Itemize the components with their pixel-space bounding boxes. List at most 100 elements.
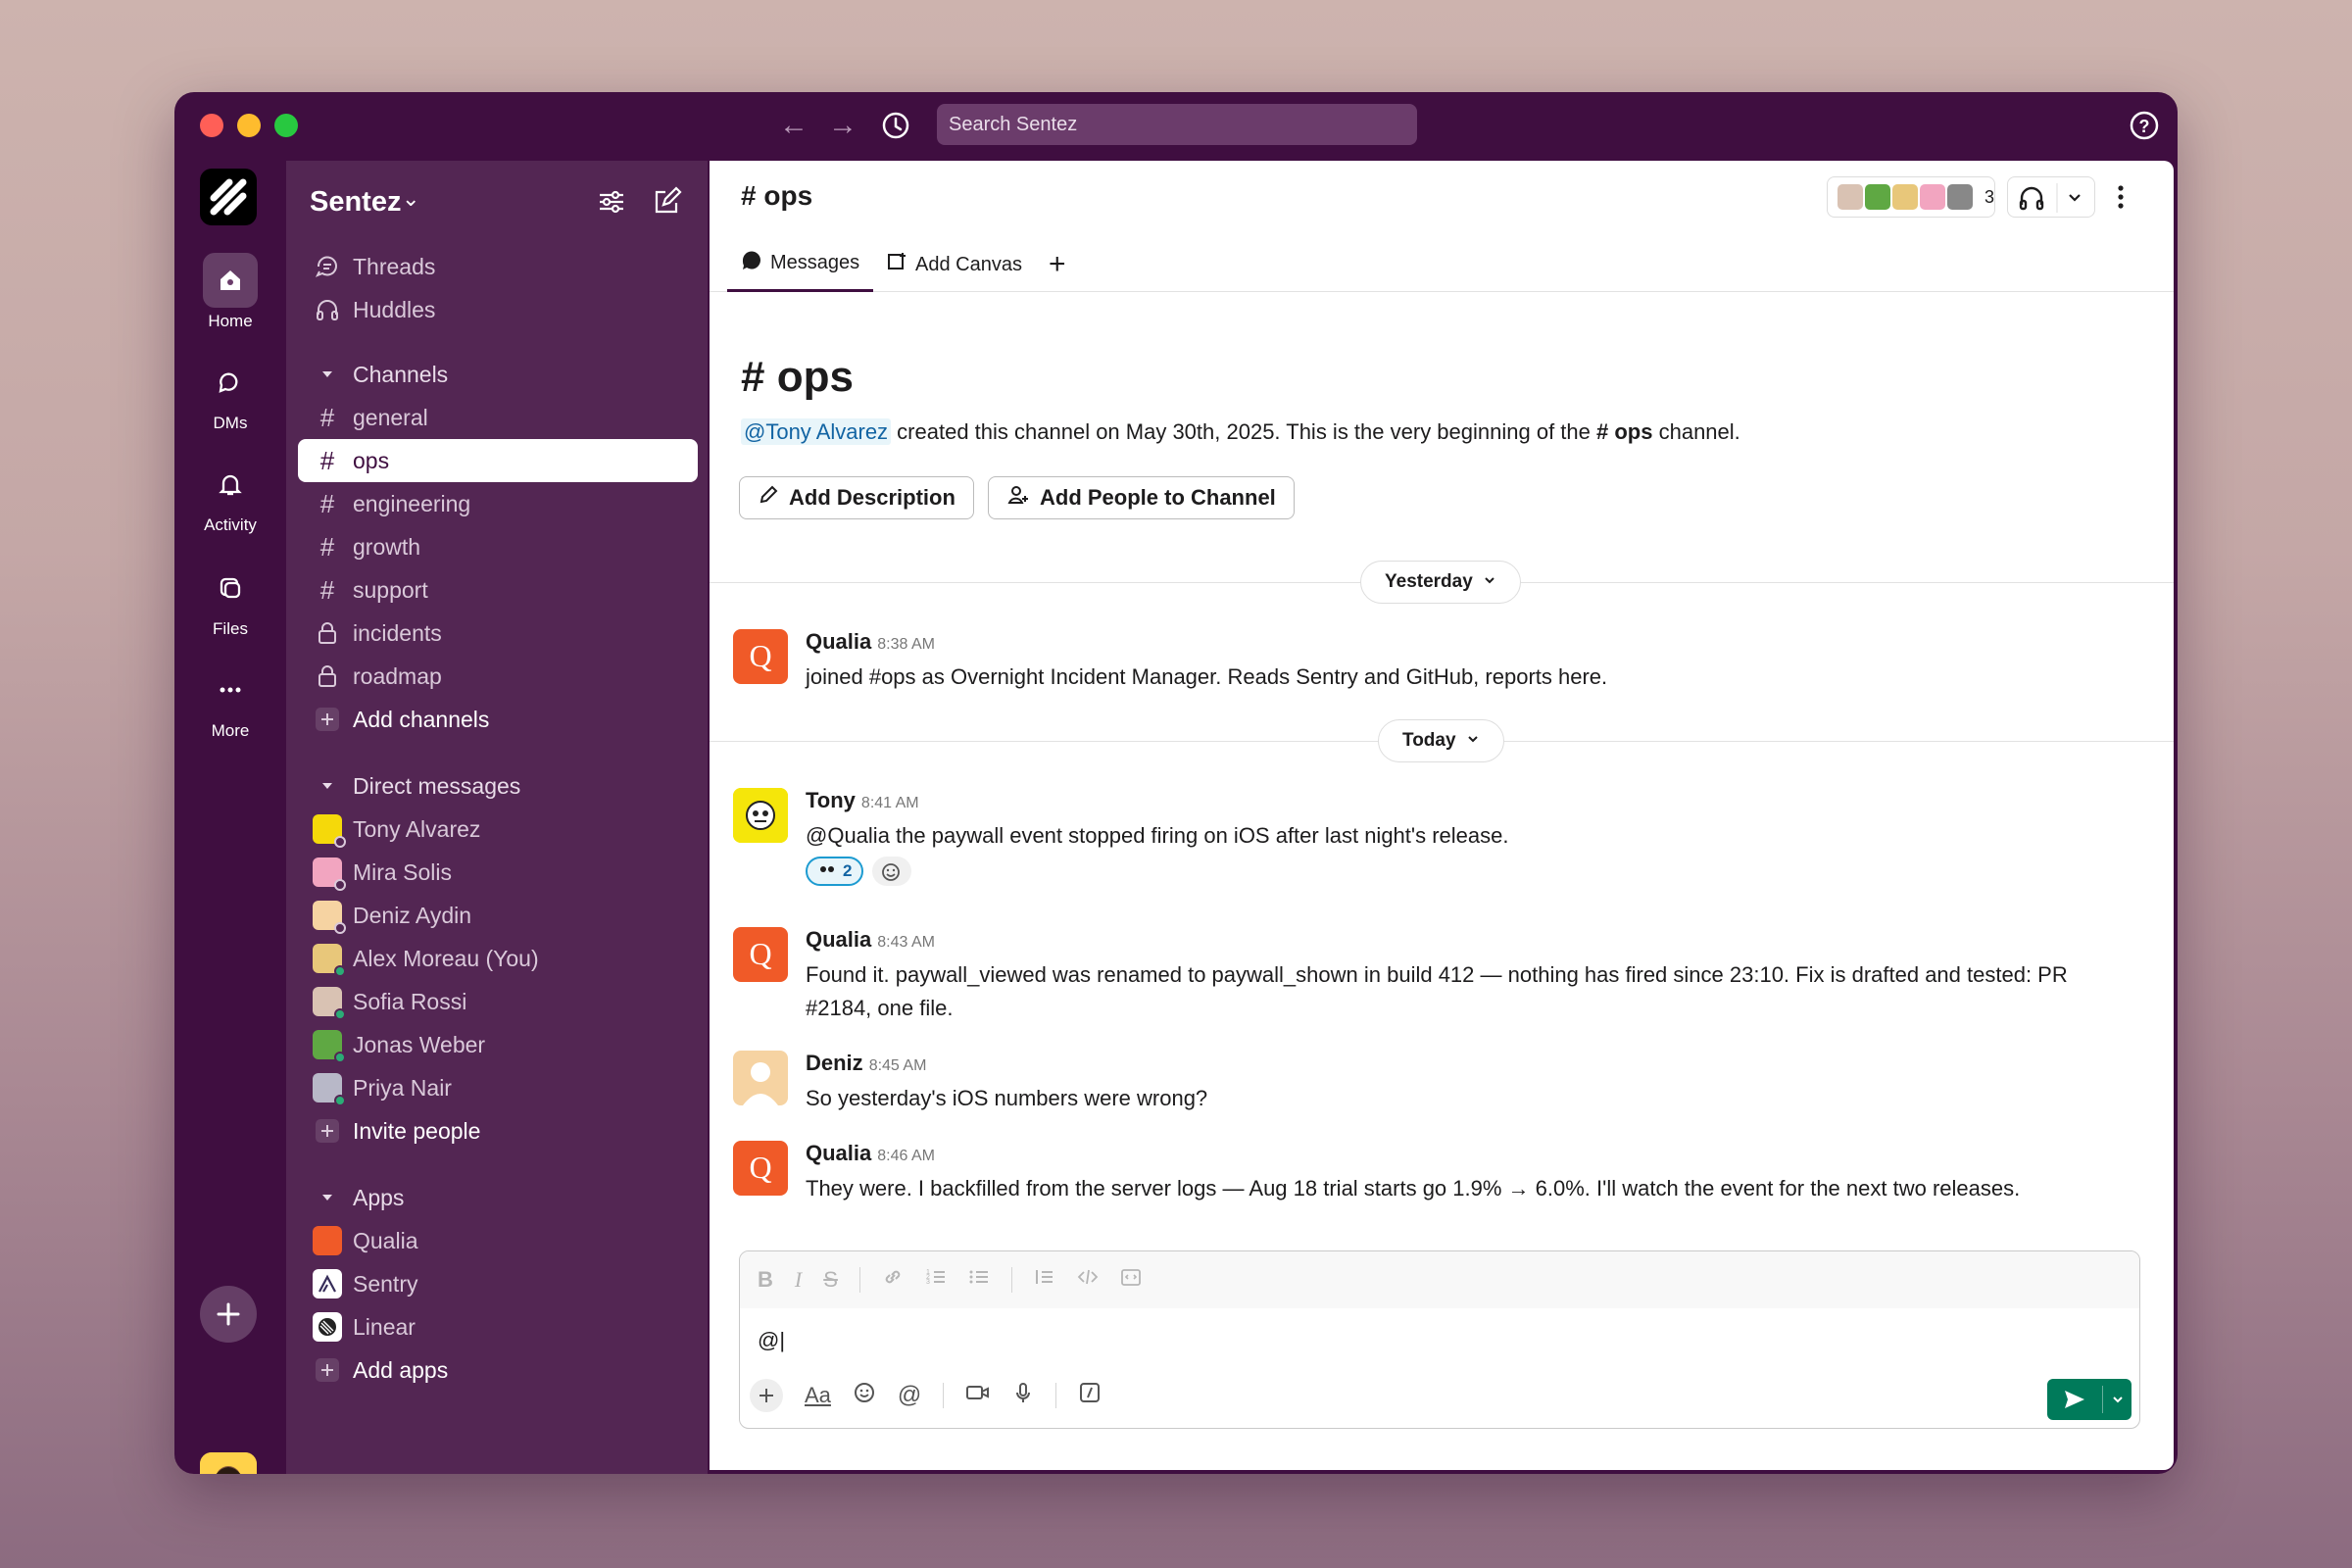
sidebar-item-general[interactable]: # general [298, 396, 698, 439]
sidebar-item-growth[interactable]: # growth [298, 525, 698, 568]
rail-files[interactable]: Files [174, 561, 286, 639]
intro-text-part: channel. [1652, 419, 1740, 444]
sidebar-item-dm[interactable]: Jonas Weber [298, 1023, 698, 1066]
channel-title[interactable]: # ops [741, 180, 812, 212]
bullet-list-icon[interactable] [968, 1266, 990, 1294]
sidebar-item-app-linear[interactable]: Linear [298, 1305, 698, 1348]
sidebar-item-label: Linear [353, 1313, 416, 1340]
video-icon[interactable] [965, 1382, 991, 1409]
text-format-icon[interactable]: Aa [805, 1383, 831, 1408]
more-options-icon[interactable] [2111, 176, 2131, 218]
forward-arrow-icon[interactable]: → [823, 106, 862, 145]
chevron-down-icon [1466, 730, 1480, 752]
sidebar-item-app-qualia[interactable]: Qualia [298, 1219, 698, 1262]
qualia-avatar[interactable]: Q [733, 629, 788, 684]
filter-icon[interactable] [594, 184, 629, 220]
link-icon[interactable] [882, 1266, 904, 1294]
day-pill-today[interactable]: Today [1378, 719, 1504, 762]
italic-icon[interactable]: I [795, 1267, 802, 1293]
message-author[interactable]: Qualia [806, 927, 871, 952]
sidebar-item-dm[interactable]: Alex Moreau (You) [298, 937, 698, 980]
add-workspace-button[interactable] [200, 1286, 257, 1343]
message-input[interactable]: @| [758, 1328, 785, 1353]
qualia-avatar[interactable]: Q [733, 1141, 788, 1196]
add-description-button[interactable]: Add Description [739, 476, 974, 519]
reaction-eyes[interactable]: 2 [806, 857, 864, 886]
sidebar-item-incidents[interactable]: incidents [298, 612, 698, 655]
rail-dms[interactable]: DMs [174, 355, 286, 433]
message-author[interactable]: Qualia [806, 629, 871, 654]
close-window-button[interactable] [200, 114, 223, 137]
rail-more[interactable]: More [174, 662, 286, 741]
sidebar-item-dm[interactable]: Sofia Rossi [298, 980, 698, 1023]
back-arrow-icon[interactable]: ← [774, 106, 813, 145]
channels-section-header[interactable]: Channels [298, 353, 698, 396]
sidebar-item-dm[interactable]: Priya Nair [298, 1066, 698, 1109]
sidebar-item-roadmap[interactable]: roadmap [298, 655, 698, 698]
compose-icon[interactable] [649, 184, 684, 220]
code-icon[interactable] [1077, 1266, 1099, 1294]
apps-section-header[interactable]: Apps [298, 1176, 698, 1219]
message-author[interactable]: Tony [806, 788, 856, 812]
user-avatar[interactable] [200, 1452, 257, 1474]
tab-add-canvas[interactable]: Add Canvas [884, 237, 1022, 292]
add-apps-button[interactable]: Add apps [298, 1348, 698, 1392]
message-time[interactable]: 8:45 AM [869, 1057, 927, 1074]
channel-name: ops [763, 180, 813, 211]
microphone-icon[interactable] [1012, 1381, 1034, 1410]
deniz-avatar[interactable] [733, 1051, 788, 1105]
channel-reference[interactable]: ops [1614, 419, 1652, 444]
add-reaction-icon[interactable] [871, 857, 911, 886]
chevron-down-icon[interactable]: ⌄ [402, 186, 419, 212]
send-icon[interactable] [2047, 1379, 2102, 1420]
members-button[interactable]: 3 [1827, 176, 1995, 218]
numbered-list-icon[interactable]: 123 [925, 1266, 947, 1294]
dm-section-header[interactable]: Direct messages [298, 764, 698, 808]
rail-activity[interactable]: Activity [174, 457, 286, 535]
workspace-logo[interactable] [200, 169, 257, 225]
tony-avatar[interactable] [733, 788, 788, 843]
search-input[interactable]: Search Sentez [937, 104, 1417, 145]
message-time[interactable]: 8:38 AM [877, 636, 935, 653]
message-time[interactable]: 8:46 AM [877, 1148, 935, 1164]
message-author[interactable]: Deniz [806, 1051, 863, 1075]
message-time[interactable]: 8:41 AM [861, 795, 919, 811]
add-people-button[interactable]: Add People to Channel [988, 476, 1295, 519]
emoji-icon[interactable] [853, 1381, 876, 1410]
sidebar-item-dm[interactable]: Deniz Aydin [298, 894, 698, 937]
sidebar-item-huddles[interactable]: Huddles [298, 288, 698, 331]
slash-command-icon[interactable] [1078, 1381, 1102, 1410]
blockquote-icon[interactable] [1034, 1266, 1055, 1294]
rail-home[interactable]: Home [174, 253, 286, 331]
tab-messages[interactable]: Messages [727, 237, 874, 292]
user-mention[interactable]: @Tony Alvarez [741, 418, 892, 445]
svg-text:Q: Q [749, 1150, 771, 1185]
add-tab-button[interactable]: + [1049, 237, 1066, 292]
sidebar-item-app-sentry[interactable]: Sentry [298, 1262, 698, 1305]
huddle-button[interactable] [2007, 176, 2095, 218]
invite-people-button[interactable]: Invite people [298, 1109, 698, 1152]
send-button[interactable] [2047, 1379, 2132, 1420]
message-author[interactable]: Qualia [806, 1141, 871, 1165]
sidebar-item-threads[interactable]: Threads [298, 245, 698, 288]
qualia-avatar[interactable]: Q [733, 927, 788, 982]
minimize-window-button[interactable] [237, 114, 261, 137]
workspace-name[interactable]: Sentez [310, 186, 401, 219]
history-icon[interactable] [878, 108, 913, 143]
sidebar-item-dm[interactable]: Tony Alvarez [298, 808, 698, 851]
attach-plus-icon[interactable] [750, 1379, 783, 1412]
message-time[interactable]: 8:43 AM [877, 934, 935, 951]
sidebar-item-support[interactable]: # support [298, 568, 698, 612]
sidebar-item-ops[interactable]: # ops [298, 439, 698, 482]
strikethrough-icon[interactable]: S [823, 1267, 838, 1293]
chevron-down-icon[interactable] [2103, 1379, 2132, 1420]
code-block-icon[interactable] [1120, 1266, 1142, 1294]
maximize-window-button[interactable] [274, 114, 298, 137]
mention-icon[interactable]: @ [898, 1382, 921, 1409]
sidebar-item-dm[interactable]: Mira Solis [298, 851, 698, 894]
help-icon[interactable]: ? [2127, 108, 2162, 143]
sidebar-item-engineering[interactable]: # engineering [298, 482, 698, 525]
add-channels-button[interactable]: Add channels [298, 698, 698, 741]
day-pill-yesterday[interactable]: Yesterday [1360, 561, 1521, 604]
bold-icon[interactable]: B [758, 1267, 773, 1293]
